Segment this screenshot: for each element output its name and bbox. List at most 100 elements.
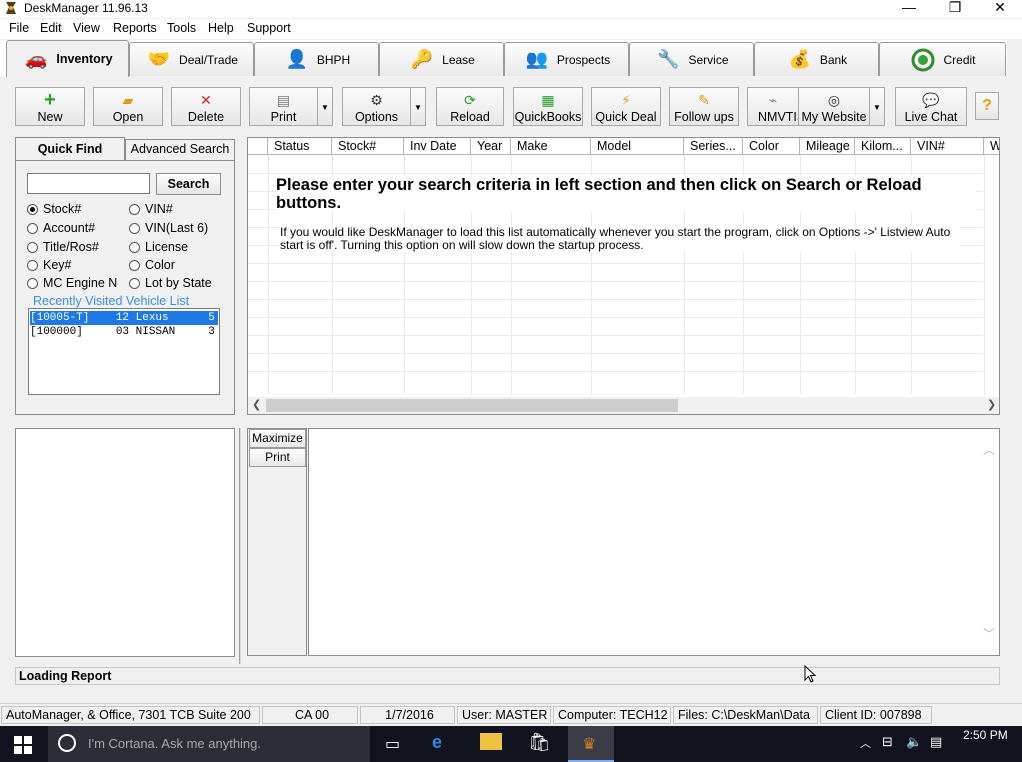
- report-print-button[interactable]: Print: [249, 448, 306, 467]
- website-dropdown-button[interactable]: ▼: [869, 87, 885, 126]
- tab-quick-find[interactable]: Quick Find: [15, 137, 125, 161]
- column-header[interactable]: W: [984, 138, 999, 155]
- volume-icon[interactable]: 🔈: [906, 734, 922, 750]
- search-input[interactable]: [27, 173, 150, 194]
- column-header[interactable]: Status: [268, 138, 332, 155]
- toolbar: + New ▰ Open ✕ Delete ▤ Print ▼ ⚙ Option…: [0, 80, 1022, 128]
- column-header[interactable]: Inv Date: [404, 138, 471, 155]
- file-explorer-icon[interactable]: [480, 733, 502, 750]
- column-header[interactable]: VIN#: [911, 138, 984, 155]
- cortana-placeholder: I'm Cortana. Ask me anything.: [88, 736, 262, 751]
- tab-prospects[interactable]: 👥 Prospects: [504, 42, 629, 76]
- globe-icon: ◎: [827, 92, 841, 108]
- status-client-id: Client ID: 007898: [820, 706, 932, 724]
- tab-bhph[interactable]: 👤 BHPH: [254, 42, 379, 76]
- reload-button[interactable]: ⟳ Reload: [436, 87, 504, 126]
- radio-vin-last6[interactable]: VIN(Last 6): [129, 221, 208, 235]
- store-bag-icon[interactable]: 🛍: [528, 732, 551, 753]
- radio-color[interactable]: Color: [129, 258, 175, 272]
- delete-button[interactable]: ✕ Delete: [171, 87, 241, 126]
- splitter[interactable]: [239, 428, 241, 664]
- tab-advanced-search[interactable]: Advanced Search: [125, 139, 235, 160]
- menu-view[interactable]: View: [73, 21, 100, 35]
- print-button[interactable]: ▤ Print: [249, 87, 318, 126]
- radio-empty-icon: [129, 259, 140, 271]
- help-button[interactable]: ?: [975, 92, 999, 120]
- scroll-left-icon[interactable]: ❮: [252, 398, 261, 411]
- menu-help[interactable]: Help: [208, 21, 234, 35]
- radio-vin[interactable]: VIN#: [129, 202, 173, 216]
- tab-bank[interactable]: 💰 Bank: [754, 42, 879, 76]
- radio-empty-icon: [27, 222, 38, 234]
- column-header[interactable]: Model: [591, 138, 684, 155]
- options-dropdown-button[interactable]: ▼: [410, 87, 426, 126]
- status-company: AutoManager, & Office, 7301 TCB Suite 20…: [1, 706, 260, 724]
- scroll-thumb[interactable]: [266, 399, 678, 412]
- column-header[interactable]: Series...: [684, 138, 743, 155]
- status-bar: AutoManager, & Office, 7301 TCB Suite 20…: [0, 703, 1022, 725]
- radio-key[interactable]: Key#: [27, 258, 72, 272]
- follow-ups-button[interactable]: ✎ Follow ups: [669, 87, 739, 126]
- cortana-search-box[interactable]: I'm Cortana. Ask me anything.: [48, 726, 370, 762]
- taskbar-clock[interactable]: 2:50 PM: [963, 728, 1008, 742]
- column-header[interactable]: Make: [511, 138, 591, 155]
- radio-stock[interactable]: Stock#: [27, 202, 81, 216]
- list-item[interactable]: [100000] 03 NISSAN 3: [30, 325, 218, 339]
- options-button[interactable]: ⚙ Options: [342, 87, 411, 126]
- column-header[interactable]: Color: [743, 138, 800, 155]
- scroll-down-icon[interactable]: ﹀: [983, 625, 995, 642]
- list-item[interactable]: [10005-T] 12 Lexus 5: [30, 311, 218, 325]
- radio-license[interactable]: License: [129, 240, 188, 254]
- scroll-up-icon[interactable]: ︿: [983, 441, 995, 458]
- status-computer: Computer: TECH12: [553, 706, 671, 724]
- radio-account[interactable]: Account#: [27, 221, 95, 235]
- tab-credit[interactable]: Credit: [879, 42, 1006, 76]
- radio-title-ros[interactable]: Title/Ros#: [27, 240, 99, 254]
- network-icon[interactable]: ⊟: [882, 734, 893, 750]
- keyboard-icon[interactable]: ▤: [930, 734, 942, 750]
- menu-support[interactable]: Support: [247, 21, 291, 35]
- menu-edit[interactable]: Edit: [40, 21, 62, 35]
- open-button[interactable]: ▰ Open: [93, 87, 163, 126]
- quick-deal-button[interactable]: ⚡ Quick Deal: [591, 87, 661, 126]
- radio-empty-icon: [129, 222, 140, 234]
- handshake-icon: 🤝: [147, 49, 171, 69]
- task-view-icon[interactable]: ▭: [385, 734, 400, 754]
- menu-tools[interactable]: Tools: [167, 21, 196, 35]
- tab-deal-trade[interactable]: 🤝 Deal/Trade: [129, 42, 254, 76]
- column-header[interactable]: Mileage: [800, 138, 855, 155]
- windows-start-icon[interactable]: [14, 736, 32, 757]
- live-chat-button[interactable]: 💬 Live Chat: [895, 87, 967, 126]
- status-files: Files: C:\DeskMan\Data: [673, 706, 818, 724]
- radio-selected-icon: [27, 203, 38, 215]
- tab-service[interactable]: 🔧 Service: [629, 42, 754, 76]
- column-header[interactable]: Year: [471, 138, 511, 155]
- menu-file[interactable]: File: [9, 21, 29, 35]
- my-website-button[interactable]: ◎ My Website: [798, 87, 870, 126]
- quickbooks-icon: ▦: [541, 92, 555, 108]
- horizontal-scrollbar[interactable]: ❮ ❯: [248, 397, 999, 414]
- scroll-right-icon[interactable]: ❯: [987, 398, 996, 411]
- column-header[interactable]: Kilom...: [855, 138, 911, 155]
- window-vertical-scrollbar[interactable]: [1007, 40, 1022, 708]
- tray-chevron-icon[interactable]: ︿: [860, 735, 871, 751]
- search-button[interactable]: Search: [156, 173, 221, 195]
- nmvtis-button[interactable]: ⌁ NMVTIS: [747, 87, 799, 126]
- radio-mc-engine[interactable]: MC Engine N: [27, 276, 117, 290]
- column-header[interactable]: Stock#: [332, 138, 404, 155]
- tab-inventory[interactable]: 🚗 Inventory: [6, 40, 129, 77]
- nmvtis-icon: ⌁: [768, 92, 778, 108]
- close-button[interactable]: ✕: [977, 0, 1022, 16]
- new-button[interactable]: + New: [15, 87, 85, 126]
- minimize-button[interactable]: —: [886, 0, 932, 16]
- radio-lot-by-state[interactable]: Lot by State: [129, 276, 212, 290]
- edge-browser-icon[interactable]: e: [432, 732, 442, 753]
- maximize-button[interactable]: Maximize: [249, 429, 306, 448]
- radio-empty-icon: [129, 203, 140, 215]
- print-dropdown-button[interactable]: ▼: [317, 87, 333, 126]
- quickbooks-button[interactable]: ▦ QuickBooks: [513, 87, 583, 126]
- tab-lease[interactable]: 🔑 Lease: [379, 42, 504, 76]
- deskmanager-taskbar-button[interactable]: ♛: [568, 726, 614, 762]
- menu-reports[interactable]: Reports: [113, 21, 157, 35]
- restore-button[interactable]: ❐: [932, 0, 978, 16]
